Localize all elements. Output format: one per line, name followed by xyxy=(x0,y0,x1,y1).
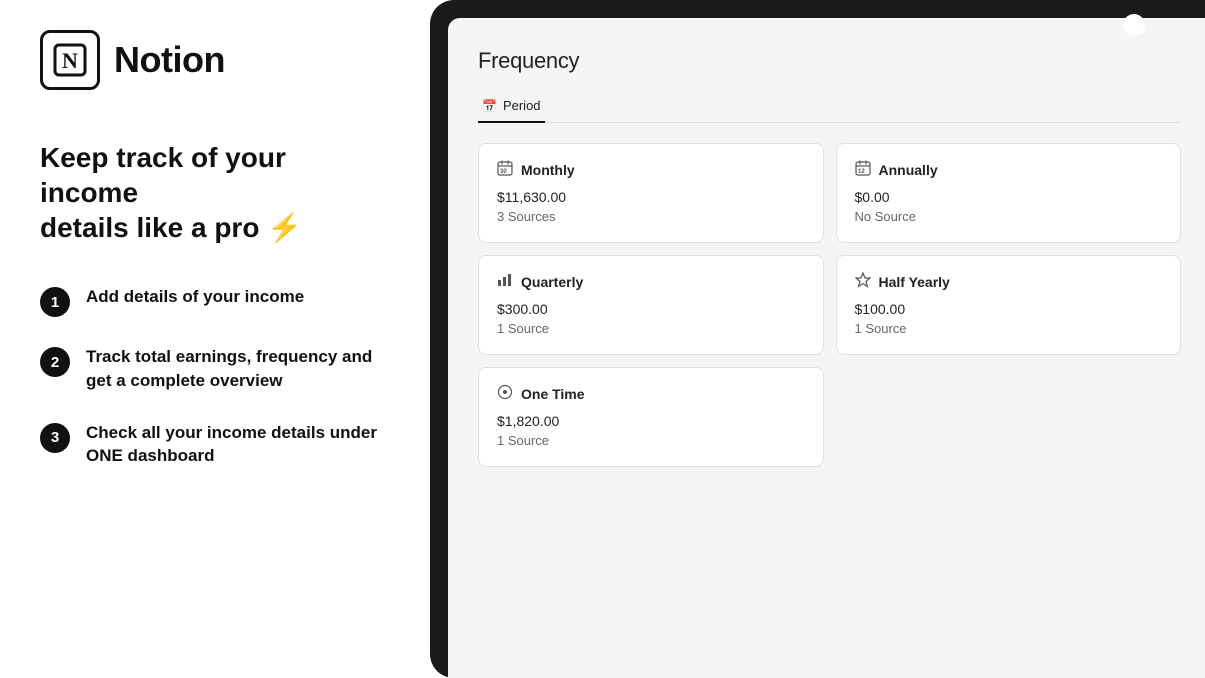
monthly-source: 3 Sources xyxy=(497,209,805,224)
svg-text:12: 12 xyxy=(858,169,865,175)
screen: Frequency 📅 Period 30 Monthly xyxy=(448,18,1205,678)
annually-source: No Source xyxy=(855,209,1163,224)
one-time-source: 1 Source xyxy=(497,433,805,448)
steps-list: 1 Add details of your income 2 Track tot… xyxy=(40,285,390,468)
annually-card-header: 12 Annually xyxy=(855,160,1163,179)
quarterly-source: 1 Source xyxy=(497,321,805,336)
quarterly-amount: $300.00 xyxy=(497,301,805,317)
monthly-card-header: 30 Monthly xyxy=(497,160,805,179)
notion-logo-icon: N xyxy=(40,30,100,90)
one-time-amount: $1,820.00 xyxy=(497,413,805,429)
period-tab-label: Period xyxy=(503,98,541,113)
monthly-amount: $11,630.00 xyxy=(497,189,805,205)
step-1: 1 Add details of your income xyxy=(40,285,390,317)
tab-bar: 📅 Period xyxy=(478,90,1181,123)
half-yearly-icon xyxy=(855,272,871,291)
one-time-card-header: One Time xyxy=(497,384,805,403)
half-yearly-amount: $100.00 xyxy=(855,301,1163,317)
headline: Keep track of your income details like a… xyxy=(40,140,390,245)
logo-area: N Notion xyxy=(40,30,390,90)
svg-text:30: 30 xyxy=(500,169,507,175)
right-panel: Frequency 📅 Period 30 Monthly xyxy=(430,0,1205,678)
annually-card: 12 Annually $0.00 No Source xyxy=(836,143,1182,243)
one-time-title: One Time xyxy=(521,386,585,402)
device-frame: Frequency 📅 Period 30 Monthly xyxy=(430,0,1205,678)
half-yearly-source: 1 Source xyxy=(855,321,1163,336)
step-number-1: 1 xyxy=(40,287,70,317)
quarterly-title: Quarterly xyxy=(521,274,583,290)
cards-grid: 30 Monthly $11,630.00 3 Sources 12 Annua… xyxy=(478,143,1181,467)
monthly-icon: 30 xyxy=(497,160,513,179)
lightning-icon: ⚡ xyxy=(267,212,302,243)
one-time-card: One Time $1,820.00 1 Source xyxy=(478,367,824,467)
quarterly-icon xyxy=(497,272,513,291)
monthly-title: Monthly xyxy=(521,162,575,178)
step-text-1: Add details of your income xyxy=(86,285,304,309)
step-number-2: 2 xyxy=(40,347,70,377)
annually-icon: 12 xyxy=(855,160,871,179)
calendar-icon: 📅 xyxy=(482,99,497,113)
svg-text:N: N xyxy=(62,48,78,73)
step-text-3: Check all your income details under ONE … xyxy=(86,421,386,469)
step-number-3: 3 xyxy=(40,423,70,453)
one-time-icon xyxy=(497,384,513,403)
half-yearly-title: Half Yearly xyxy=(879,274,950,290)
quarterly-card-header: Quarterly xyxy=(497,272,805,291)
monthly-card: 30 Monthly $11,630.00 3 Sources xyxy=(478,143,824,243)
step-text-2: Track total earnings, frequency and get … xyxy=(86,345,386,393)
half-yearly-card-header: Half Yearly xyxy=(855,272,1163,291)
annually-title: Annually xyxy=(879,162,938,178)
period-tab[interactable]: 📅 Period xyxy=(478,90,545,123)
step-3: 3 Check all your income details under ON… xyxy=(40,421,390,469)
left-panel: N Notion Keep track of your income detai… xyxy=(0,0,430,678)
annually-amount: $0.00 xyxy=(855,189,1163,205)
half-yearly-card: Half Yearly $100.00 1 Source xyxy=(836,255,1182,355)
step-2: 2 Track total earnings, frequency and ge… xyxy=(40,345,390,393)
screen-title: Frequency xyxy=(478,48,1181,74)
camera-dot xyxy=(1123,14,1145,36)
quarterly-card: Quarterly $300.00 1 Source xyxy=(478,255,824,355)
notion-logo-text: Notion xyxy=(114,39,225,81)
